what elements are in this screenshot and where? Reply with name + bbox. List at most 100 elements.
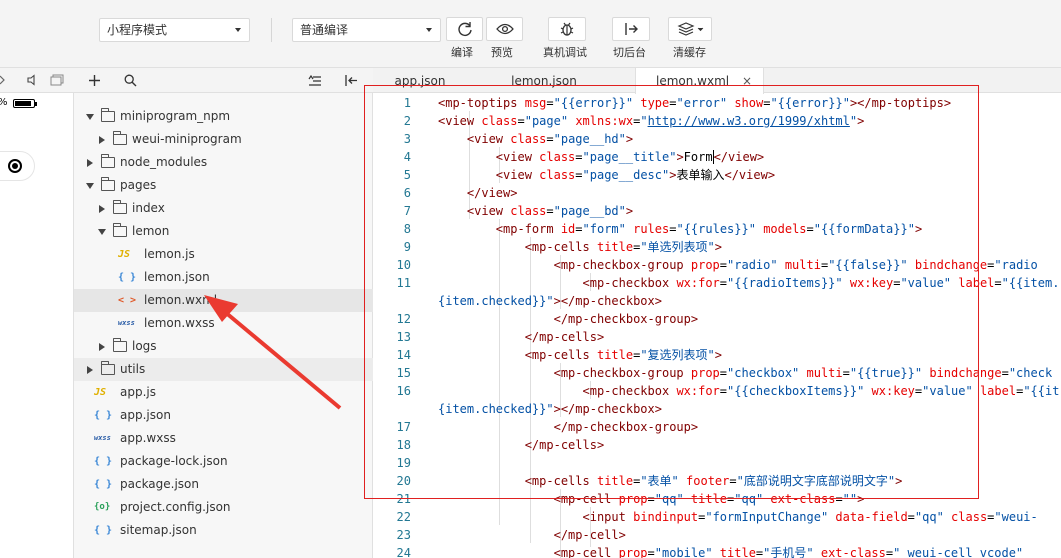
line-number: 9 [403,240,411,254]
search-icon[interactable] [124,74,137,87]
compile-select[interactable]: 普通编译 [292,18,441,42]
line-number: 2 [403,114,411,128]
close-icon[interactable]: × [742,68,752,94]
code-line[interactable]: 15 <mp-checkbox-group prop="checkbox" mu… [373,364,1061,382]
code-line[interactable]: 16 <mp-checkbox wx:for="{{checkboxItems}… [373,382,1061,400]
eye-icon [495,23,514,35]
code-line[interactable]: 14 <mp-cells title="复选列表项"> [373,346,1061,364]
phone-screen: % [0,93,73,558]
folder-icon [100,177,115,191]
code-line[interactable]: 7 <view class="page__bd"> [373,202,1061,220]
code-line[interactable]: 23 </mp-cell> [373,526,1061,544]
code-line[interactable]: 5 <view class="page__desc">表单输入</view> [373,166,1061,184]
code-line[interactable]: 3 <view class="page__hd"> [373,130,1061,148]
code-line[interactable]: {item.checked}}"></mp-checkbox> [373,292,1061,310]
code-line[interactable]: 10 <mp-checkbox-group prop="radio" multi… [373,256,1061,274]
file-item[interactable]: < > lemon.wxml [74,289,373,312]
code-line[interactable]: 24 <mp-cell prop="mobile" title="手机号" ex… [373,544,1061,558]
clear-cache-label: 清缓存 [673,46,706,59]
file-item[interactable]: { } lemon.json [74,266,373,289]
speaker-icon[interactable] [26,74,38,86]
line-text: </view> [466,186,518,200]
file-item[interactable]: wxss lemon.wxss [74,312,373,335]
code-line[interactable]: 20 <mp-cells title="表单" footer="底部说明文字底部… [373,472,1061,490]
folder-item[interactable]: utils [74,358,373,381]
chevron-right-icon[interactable] [99,205,105,213]
code-line[interactable]: 2 <view class="page" xmlns:wx="http://www… [373,112,1061,130]
chevron-right-icon[interactable] [87,366,93,374]
line-text: <view class="page" xmlns:wx="http://www.… [438,114,865,128]
code-line[interactable]: 11 <mp-checkbox wx:for="{{radioItems}}" … [373,274,1061,292]
code-line[interactable]: 12 </mp-checkbox-group> [373,310,1061,328]
background-label: 切后台 [613,46,646,59]
plus-icon[interactable] [88,74,101,87]
js-file-icon: JS [94,387,107,398]
background-button[interactable] [612,17,650,41]
tree-item-label: project.config.json [120,500,231,514]
clear-cache-button[interactable] [668,17,712,41]
folder-item[interactable]: lemon [74,220,373,243]
line-number: 13 [396,330,411,344]
file-item[interactable]: wxss app.wxss [74,427,373,450]
line-number: 6 [403,186,411,200]
toolbar: 小程序模式 普通编译 编译 预览 真机调试 切后台 清缓存 [0,0,1061,68]
tab-lemon-json[interactable]: lemon.json [497,68,591,93]
chevron-down-icon[interactable] [86,183,94,189]
folder-item[interactable]: node_modules [74,151,373,174]
file-item[interactable]: { } sitemap.json [74,519,373,542]
folder-item[interactable]: weui-miniprogram [74,128,373,151]
chevron-right-icon[interactable] [87,159,93,167]
compile-select-value: 普通编译 [300,23,349,37]
tab-lemon-wxml[interactable]: lemon.wxml × [635,68,764,94]
code-line[interactable]: 17 </mp-checkbox-group> [373,418,1061,436]
code-line[interactable]: {item.checked}}"></mp-checkbox> [373,400,1061,418]
tree-item-label: package-lock.json [120,454,228,468]
capsule-menu[interactable] [0,151,35,181]
battery-text: % [0,97,8,108]
code-line[interactable]: 18 </mp-cells> [373,436,1061,454]
file-item[interactable]: { } app.json [74,404,373,427]
code-line[interactable]: 13 </mp-cells> [373,328,1061,346]
simulator-panel: % [0,68,74,558]
mode-select[interactable]: 小程序模式 [99,18,250,42]
code-area[interactable]: 1 <mp-toptips msg="{{error}}" type="error… [373,93,1061,558]
sort-icon[interactable] [308,75,322,87]
file-item[interactable]: { } package-lock.json [74,450,373,473]
code-line[interactable]: 21 <mp-cell prop="qq" title="qq" ext-cla… [373,490,1061,508]
folder-item[interactable]: miniprogram_npm [74,105,373,128]
code-line[interactable]: 1 <mp-toptips msg="{{error}}" type="error… [373,94,1061,112]
preview-button[interactable] [486,17,523,41]
tab-app-json[interactable]: app.json [373,68,467,93]
chevron-right-icon[interactable] [99,136,105,144]
code-line[interactable]: 6 </view> [373,184,1061,202]
record-icon[interactable] [8,159,22,173]
file-item[interactable]: { } package.json [74,473,373,496]
chevron-down-icon[interactable] [98,229,106,235]
compile-button[interactable] [446,17,483,41]
simulator-header [0,68,74,93]
folder-item[interactable]: logs [74,335,373,358]
folder-item[interactable]: pages [74,174,373,197]
code-line[interactable]: 22 <input bindinput="formInputChange" da… [373,508,1061,526]
tree-item-label: node_modules [120,155,208,169]
wxss-file-icon: wxss [94,434,111,442]
line-number: 17 [396,420,411,434]
tab-label: app.json [394,74,446,88]
code-line[interactable]: 9 <mp-cells title="单选列表项"> [373,238,1061,256]
code-line[interactable]: 4 <view class="page__title">Form</view> [373,148,1061,166]
folder-item[interactable]: index [74,197,373,220]
remote-debug-button[interactable] [548,17,586,41]
chevron-down-icon[interactable] [86,114,94,120]
chevron-right-icon[interactable] [0,75,6,85]
collapse-panel-icon[interactable] [344,74,358,87]
file-item[interactable]: JS app.js [74,381,373,404]
file-item[interactable]: {o} project.config.json [74,496,373,519]
chevron-right-icon[interactable] [99,343,105,351]
line-number: 1 [403,96,411,110]
window-icon[interactable] [50,74,64,86]
line-number: 16 [396,384,411,398]
code-line[interactable]: 19 [373,454,1061,472]
code-line[interactable]: 8 <mp-form id="form" rules="{{rules}}" m… [373,220,1061,238]
mode-select-value: 小程序模式 [107,23,168,37]
file-item[interactable]: JS lemon.js [74,243,373,266]
